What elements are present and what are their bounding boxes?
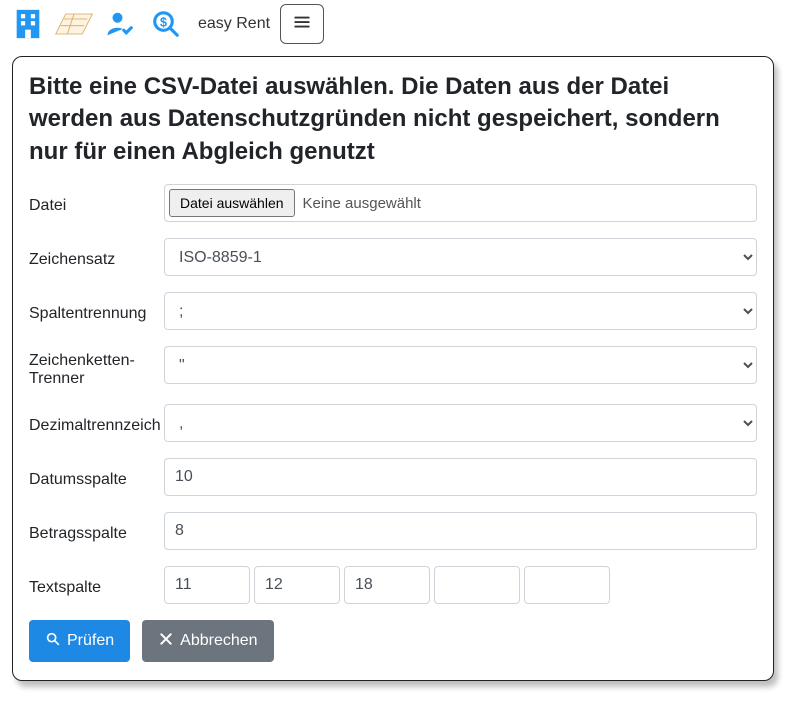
string-delim-label: Zeichenketten-Trenner [29, 346, 164, 388]
svg-text:$: $ [160, 16, 167, 30]
action-bar: Prüfen Abbrechen [29, 620, 757, 662]
text-col-input-1[interactable] [164, 566, 250, 604]
hamburger-icon [293, 13, 311, 36]
search-dollar-icon[interactable]: $ [146, 4, 186, 44]
file-status-text: Keine ausgewählt [303, 195, 421, 212]
user-check-icon[interactable] [100, 4, 140, 44]
date-col-input[interactable] [164, 458, 757, 496]
floorplan-icon[interactable] [54, 4, 94, 44]
file-label: Datei [29, 191, 164, 215]
cancel-button[interactable]: Abbrechen [142, 620, 273, 662]
text-col-label: Textspalte [29, 573, 164, 597]
text-col-input-3[interactable] [344, 566, 430, 604]
charset-select[interactable]: ISO-8859-1 [164, 238, 757, 276]
file-input-wrapper: Datei auswählen Keine ausgewählt [164, 184, 757, 222]
date-col-label: Datumsspalte [29, 465, 164, 489]
separator-label: Spaltentrennung [29, 299, 164, 323]
cancel-button-label: Abbrechen [180, 632, 257, 650]
topbar: $ easy Rent [0, 0, 795, 52]
text-col-input-5[interactable] [524, 566, 610, 604]
building-icon[interactable] [8, 4, 48, 44]
separator-select[interactable]: ; [164, 292, 757, 330]
check-button[interactable]: Prüfen [29, 620, 130, 662]
text-col-input-2[interactable] [254, 566, 340, 604]
text-col-input-4[interactable] [434, 566, 520, 604]
menu-toggle-button[interactable] [280, 4, 324, 44]
amount-col-input[interactable] [164, 512, 757, 550]
amount-col-label: Betragsspalte [29, 519, 164, 543]
check-button-label: Prüfen [67, 632, 114, 650]
card-title: Bitte eine CSV-Datei auswählen. Die Date… [29, 71, 757, 168]
decimal-select[interactable]: , [164, 404, 757, 442]
brand-label: easy Rent [198, 15, 270, 33]
charset-label: Zeichensatz [29, 245, 164, 269]
search-icon [45, 631, 61, 652]
decimal-label: Dezimaltrennzeich [29, 411, 164, 435]
close-icon [158, 631, 174, 652]
file-choose-button[interactable]: Datei auswählen [169, 189, 295, 217]
string-delim-select[interactable]: " [164, 346, 757, 384]
csv-upload-card: Bitte eine CSV-Datei auswählen. Die Date… [12, 56, 774, 681]
